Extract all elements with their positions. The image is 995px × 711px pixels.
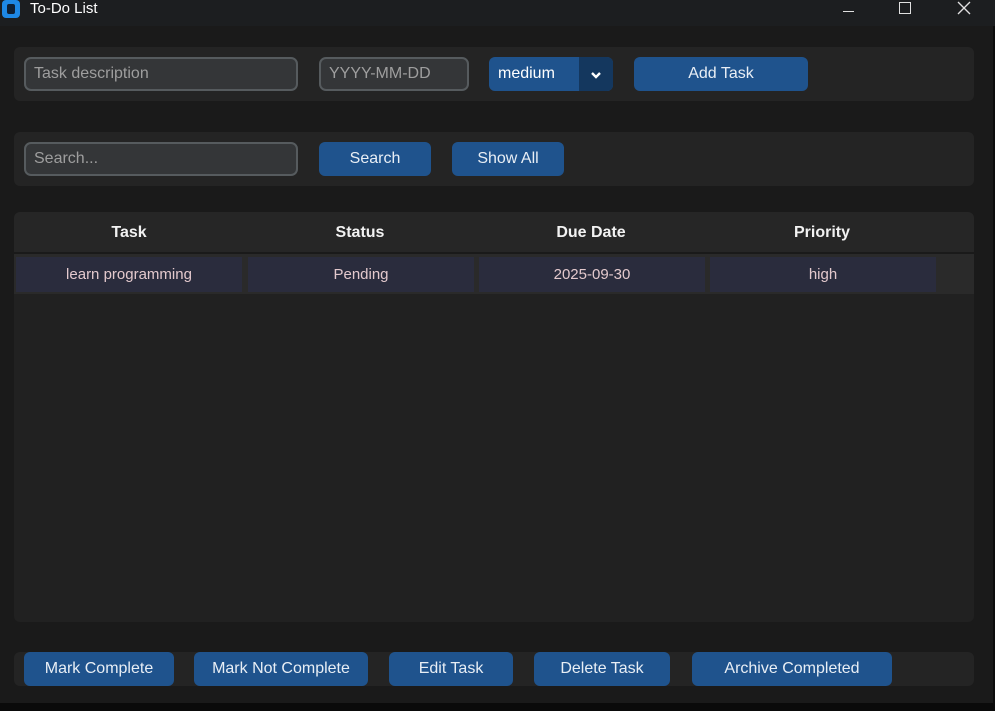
close-button[interactable] — [944, 0, 984, 20]
cell-priority[interactable]: high — [710, 257, 936, 292]
title-bar: To-Do List — [0, 0, 995, 26]
column-header-due-date[interactable]: Due Date — [476, 212, 706, 254]
add-task-button[interactable]: Add Task — [634, 57, 808, 91]
window-title: To-Do List — [30, 0, 98, 17]
delete-task-button[interactable]: Delete Task — [534, 652, 670, 686]
cell-due-date[interactable]: 2025-09-30 — [479, 257, 705, 292]
due-date-input[interactable]: YYYY-MM-DD — [319, 57, 469, 91]
mark-not-complete-button[interactable]: Mark Not Complete — [194, 652, 368, 686]
column-header-task[interactable]: Task — [14, 212, 244, 254]
search-input[interactable]: Search... — [24, 142, 298, 176]
app-window: To-Do List Task description YYYY-MM-DD m… — [0, 0, 995, 711]
search-button[interactable]: Search — [319, 142, 431, 176]
show-all-button[interactable]: Show All — [452, 142, 564, 176]
task-table: learn programming Pending 2025-09-30 hig… — [14, 254, 974, 622]
cell-status[interactable]: Pending — [248, 257, 474, 292]
edit-task-button[interactable]: Edit Task — [389, 652, 513, 686]
priority-select-value: medium — [498, 65, 555, 82]
maximize-icon — [899, 2, 911, 14]
close-icon — [957, 1, 971, 15]
column-header-status[interactable]: Status — [245, 212, 475, 254]
task-description-input[interactable]: Task description — [24, 57, 298, 91]
minimize-icon — [842, 11, 854, 12]
mark-complete-button[interactable]: Mark Complete — [24, 652, 174, 686]
minimize-button[interactable] — [828, 0, 868, 20]
column-header-priority[interactable]: Priority — [707, 212, 937, 254]
archive-completed-button[interactable]: Archive Completed — [692, 652, 892, 686]
cell-task[interactable]: learn programming — [16, 257, 242, 292]
app-icon — [2, 0, 20, 18]
chevron-down-icon[interactable] — [579, 57, 613, 91]
table-header: Task Status Due Date Priority — [14, 212, 974, 252]
table-row[interactable]: learn programming Pending 2025-09-30 hig… — [14, 254, 974, 294]
priority-select[interactable]: medium — [489, 57, 613, 91]
maximize-button[interactable] — [885, 0, 925, 20]
